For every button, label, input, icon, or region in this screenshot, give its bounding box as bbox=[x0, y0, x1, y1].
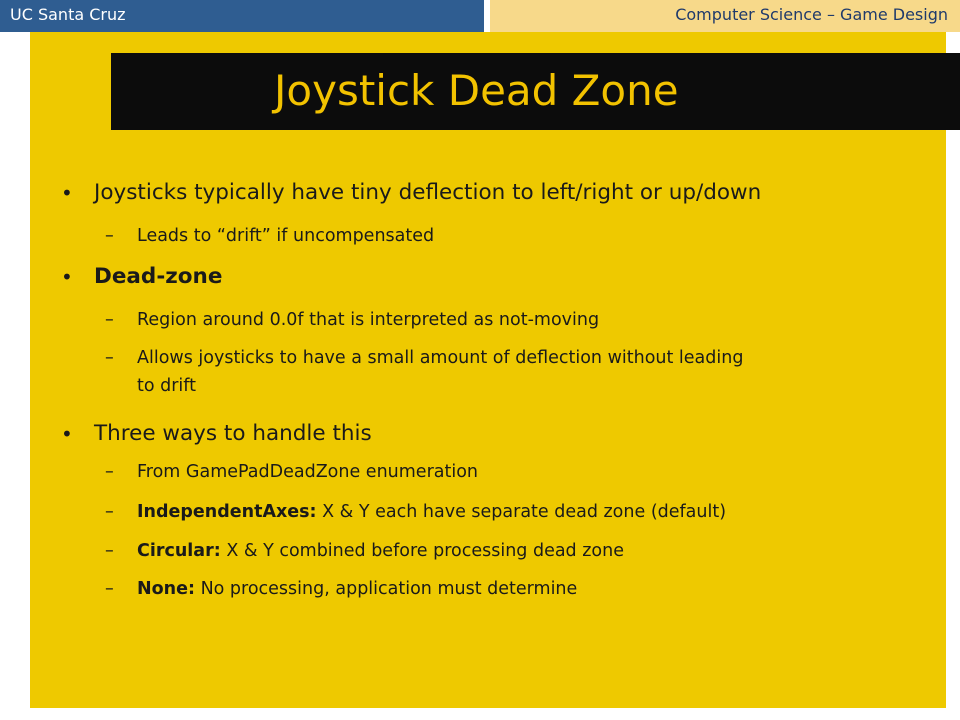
dash-marker: – bbox=[105, 579, 114, 599]
sub-bullet-3-4-text: No processing, application must determin… bbox=[195, 579, 578, 599]
sub-bullet-3-4-term: None: bbox=[137, 579, 195, 599]
bullet-marker: • bbox=[61, 265, 73, 289]
sub-bullet-3-2: – IndependentAxes: X & Y each have separ… bbox=[105, 500, 727, 524]
sub-bullet-2-1-text: Region around 0.0f that is interpreted a… bbox=[137, 310, 600, 330]
sub-bullet-2-2: – Allows joysticks to have a small amoun… bbox=[105, 346, 744, 396]
sub-bullet-2-2-text: Allows joysticks to have a small amount … bbox=[137, 348, 744, 368]
dash-marker: – bbox=[105, 310, 114, 330]
bullet-2-text: Dead-zone bbox=[94, 264, 223, 289]
bullet-2: • Dead-zone bbox=[61, 263, 223, 291]
sub-bullet-3-2-text: X & Y each have separate dead zone (defa… bbox=[316, 502, 727, 522]
dash-marker: – bbox=[105, 348, 114, 368]
bullet-3-text: Three ways to handle this bbox=[94, 421, 372, 446]
sub-bullet-2-2-continuation: to drift bbox=[137, 376, 197, 396]
sub-bullet-2-1: – Region around 0.0f that is interpreted… bbox=[105, 308, 600, 332]
sub-bullet-3-3: – Circular: X & Y combined before proces… bbox=[105, 539, 624, 563]
bullet-1-text: Joysticks typically have tiny deflection… bbox=[94, 180, 762, 205]
dash-marker: – bbox=[105, 462, 114, 482]
sub-bullet-3-1-text: From GamePadDeadZone enumeration bbox=[137, 462, 479, 482]
sub-bullet-3-4: – None: No processing, application must … bbox=[105, 577, 578, 601]
bullet-marker: • bbox=[61, 422, 73, 446]
bullet-3: • Three ways to handle this bbox=[61, 420, 372, 448]
sub-bullet-3-3-term: Circular: bbox=[137, 541, 221, 561]
bullet-1: • Joysticks typically have tiny deflecti… bbox=[61, 179, 762, 207]
dash-marker: – bbox=[105, 502, 114, 522]
slide-content: • Joysticks typically have tiny deflecti… bbox=[0, 0, 960, 720]
sub-bullet-1-1: – Leads to “drift” if uncompensated bbox=[105, 224, 435, 248]
dash-marker: – bbox=[105, 226, 114, 246]
sub-bullet-3-1: – From GamePadDeadZone enumeration bbox=[105, 460, 479, 484]
sub-bullet-3-2-term: IndependentAxes: bbox=[137, 502, 317, 522]
sub-bullet-1-1-text: Leads to “drift” if uncompensated bbox=[137, 226, 435, 246]
sub-bullet-3-3-text: X & Y combined before processing dead zo… bbox=[220, 541, 624, 561]
bullet-marker: • bbox=[61, 181, 73, 205]
dash-marker: – bbox=[105, 541, 114, 561]
